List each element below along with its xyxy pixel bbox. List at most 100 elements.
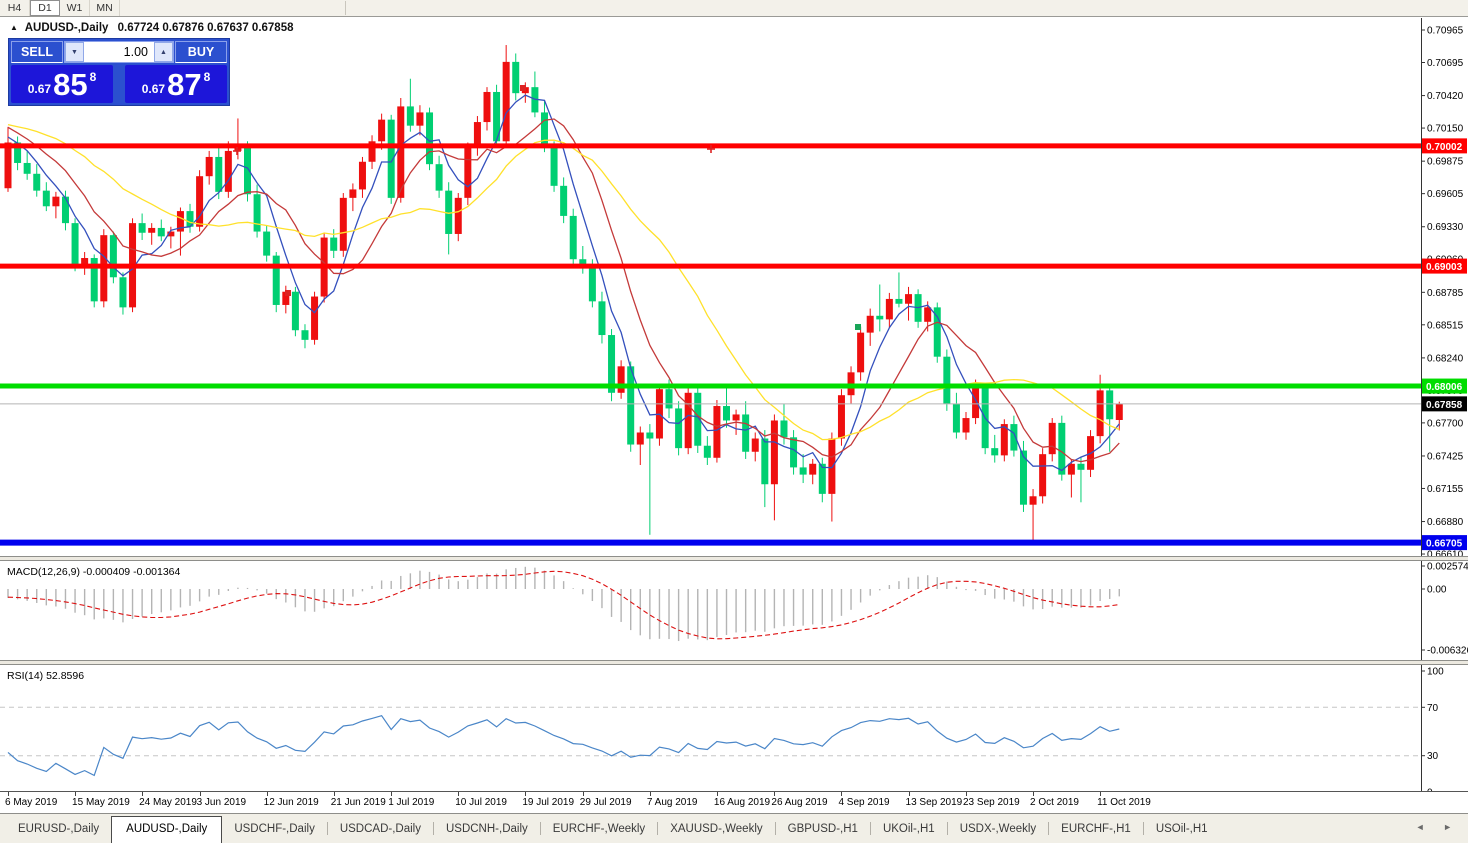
date-label: 10 Jul 2019 xyxy=(455,797,507,808)
svg-text:30: 30 xyxy=(1427,751,1439,762)
candles-group xyxy=(4,45,1123,543)
tab-eurusd-daily[interactable]: EURUSD-,Daily xyxy=(6,818,111,840)
svg-text:0.70695: 0.70695 xyxy=(1427,58,1464,69)
svg-text:0.68240: 0.68240 xyxy=(1427,353,1464,364)
tab-usdchf-daily[interactable]: USDCHF-,Daily xyxy=(222,818,327,840)
mt4-terminal-window: H4 D1 W1 MN ▲ AUDUSD-,Daily 0.67724 0.67… xyxy=(0,0,1468,843)
ma-10-line xyxy=(7,118,1120,463)
svg-text:0.00: 0.00 xyxy=(1427,585,1447,596)
collapse-triangle-icon[interactable]: ▲ xyxy=(10,23,18,32)
svg-text:0.67155: 0.67155 xyxy=(1427,484,1464,495)
volume-stepper: ▼ 1.00 ▲ xyxy=(64,41,174,63)
timeframe-mn-button[interactable]: MN xyxy=(90,0,120,16)
date-label: 3 Jun 2019 xyxy=(196,797,247,808)
ma-21-line xyxy=(7,123,1120,441)
date-tick xyxy=(199,792,201,796)
svg-text:70: 70 xyxy=(1427,703,1439,714)
date-tick xyxy=(649,792,651,796)
svg-text:-0.006326: -0.006326 xyxy=(1427,646,1468,657)
svg-text:100: 100 xyxy=(1427,667,1444,678)
sell-price-prefix: 0.67 xyxy=(27,82,52,96)
macd-indicator-label: MACD(12,26,9) -0.000409 -0.001364 xyxy=(7,566,181,578)
rsi-line xyxy=(7,715,1120,777)
timeframe-d1-button[interactable]: D1 xyxy=(30,0,60,16)
svg-text:0.66705: 0.66705 xyxy=(1426,539,1463,550)
timeframe-h4-button[interactable]: H4 xyxy=(0,0,30,16)
sell-price-sup: 8 xyxy=(89,70,97,84)
date-tick xyxy=(142,792,144,796)
svg-text:0.67425: 0.67425 xyxy=(1427,451,1464,462)
macd-pane[interactable] xyxy=(0,561,1421,660)
spinner-up-icon: ▲ xyxy=(160,48,167,56)
svg-text:0.67700: 0.67700 xyxy=(1427,418,1464,429)
svg-text:0.70420: 0.70420 xyxy=(1427,91,1464,102)
tab-scroll-right-icon[interactable]: ► xyxy=(1443,822,1460,832)
volume-value[interactable]: 1.00 xyxy=(84,42,154,62)
spinner-down-icon: ▼ xyxy=(71,48,78,56)
tab-usdcad-daily[interactable]: USDCAD-,Daily xyxy=(328,818,433,840)
svg-text:0.69605: 0.69605 xyxy=(1427,189,1464,200)
ma-5-line xyxy=(7,94,1120,472)
tab-usdx-weekly[interactable]: USDX-,Weekly xyxy=(948,818,1048,840)
buy-price-big: 87 xyxy=(167,66,202,102)
svg-text:0.69003: 0.69003 xyxy=(1426,262,1463,273)
chart-title: ▲ AUDUSD-,Daily 0.67724 0.67876 0.67637 … xyxy=(10,22,294,34)
timeframe-toolbar: H4 D1 W1 MN xyxy=(0,0,1468,17)
date-label: 26 Aug 2019 xyxy=(771,797,828,808)
date-tick xyxy=(8,792,9,796)
timeframe-w1-button[interactable]: W1 xyxy=(60,0,90,16)
sell-price-panel[interactable]: 0.67 85 8 xyxy=(11,65,113,103)
date-tick xyxy=(525,792,527,796)
tab-ukoil-h1[interactable]: UKOil-,H1 xyxy=(871,818,947,840)
date-label: 21 Jun 2019 xyxy=(330,797,386,808)
date-tick xyxy=(841,792,843,796)
svg-text:0.70150: 0.70150 xyxy=(1427,124,1464,135)
one-click-trading-panel: SELL ▼ 1.00 ▲ BUY 0.67 85 8 0.67 87 8 xyxy=(8,38,230,106)
date-label: 1 Jul 2019 xyxy=(388,797,435,808)
date-label: 4 Sep 2019 xyxy=(838,797,890,808)
buy-button[interactable]: BUY xyxy=(175,41,227,63)
date-tick xyxy=(266,792,268,796)
tab-audusd-daily[interactable]: AUDUSD-,Daily xyxy=(111,815,223,843)
volume-decrement-button[interactable]: ▼ xyxy=(65,42,84,62)
tab-eurchf-h1[interactable]: EURCHF-,H1 xyxy=(1049,818,1143,840)
date-tick xyxy=(908,792,910,796)
rsi-pane[interactable] xyxy=(0,665,1421,791)
tab-scroll-arrows: ◄ ► xyxy=(1416,822,1460,832)
date-label: 19 Jul 2019 xyxy=(522,797,575,808)
svg-text:0.66880: 0.66880 xyxy=(1427,517,1464,528)
chart-marker xyxy=(855,324,861,330)
tab-usoil-h1[interactable]: USOil-,H1 xyxy=(1144,818,1220,840)
tab-gbpusd-h1[interactable]: GBPUSD-,H1 xyxy=(776,818,870,840)
buy-price-prefix: 0.67 xyxy=(141,82,166,96)
svg-text:0.68785: 0.68785 xyxy=(1427,288,1464,299)
date-axis[interactable]: 6 May 2019 15 May 2019 24 May 2019 3 Jun 20… xyxy=(0,791,1468,813)
date-label: 2 Oct 2019 xyxy=(1030,797,1079,808)
svg-text:0.70002: 0.70002 xyxy=(1426,142,1463,153)
rsi-indicator-label: RSI(14) 52.8596 xyxy=(7,670,85,682)
pane-separator[interactable] xyxy=(0,556,1468,561)
sell-button[interactable]: SELL xyxy=(11,41,63,63)
tab-xauusd-weekly[interactable]: XAUUSD-,Weekly xyxy=(658,818,774,840)
date-tick xyxy=(75,792,77,796)
date-tick xyxy=(774,792,776,796)
buy-price-panel[interactable]: 0.67 87 8 xyxy=(125,65,227,103)
price-axis[interactable]: 0.70965 0.70695 0.70420 0.70150 0.69875 0.696… xyxy=(1421,18,1468,791)
chart-symbol-label: AUDUSD-,Daily xyxy=(24,22,109,34)
chart-marker xyxy=(520,85,526,91)
svg-text:0.69875: 0.69875 xyxy=(1427,157,1464,168)
tab-eurchf-weekly[interactable]: EURCHF-,Weekly xyxy=(541,818,657,840)
chart-tabs: EURUSD-,Daily AUDUSD-,Daily USDCHF-,Daily U… xyxy=(0,814,1220,843)
svg-text:0.69330: 0.69330 xyxy=(1427,222,1464,233)
pane-separator[interactable] xyxy=(0,660,1468,665)
toolbar-divider xyxy=(345,1,346,15)
date-label: 6 May 2019 xyxy=(5,797,58,808)
tab-scroll-left-icon[interactable]: ◄ xyxy=(1416,822,1433,832)
date-label: 7 Aug 2019 xyxy=(646,797,698,808)
buy-price-sup: 8 xyxy=(203,70,211,84)
date-tick xyxy=(966,792,967,796)
svg-text:0.002574: 0.002574 xyxy=(1427,562,1468,573)
volume-increment-button[interactable]: ▲ xyxy=(154,42,173,62)
date-tick xyxy=(458,792,460,796)
tab-usdcnh-daily[interactable]: USDCNH-,Daily xyxy=(434,818,540,840)
